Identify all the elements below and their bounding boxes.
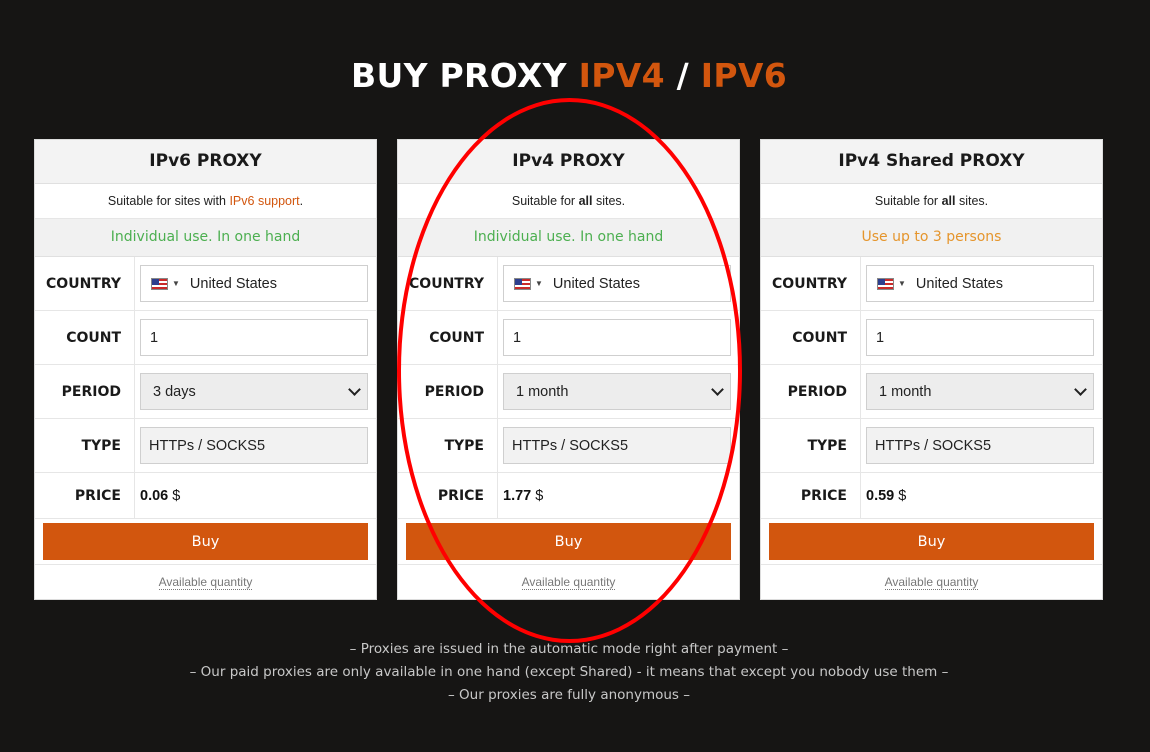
usage-note: Use up to 3 persons <box>761 219 1102 257</box>
count-label: COUNT <box>35 311 135 364</box>
currency: $ <box>172 487 181 504</box>
suitable-prefix: Suitable for <box>511 194 579 208</box>
us-flag-icon <box>151 277 168 290</box>
note-line: – Proxies are issued in the automatic mo… <box>349 641 789 657</box>
count-row: COUNT 1 <box>398 311 739 365</box>
card-ipv4-shared-proxy: IPv4 Shared PROXY Suitable for all sites… <box>760 139 1103 600</box>
period-select[interactable]: 3 days <box>140 373 368 410</box>
note-line: – Our paid proxies are only available in… <box>189 664 949 680</box>
type-label: TYPE <box>761 419 861 472</box>
note-line: – Our proxies are fully anonymous – <box>448 687 690 703</box>
chevron-down-icon <box>348 382 361 396</box>
period-row: PERIOD 1 month <box>398 365 739 419</box>
price-row: PRICE 1.77 $ <box>398 473 739 519</box>
suitable-highlight: all <box>578 194 593 208</box>
card-title: IPv6 PROXY <box>35 140 376 184</box>
currency: $ <box>535 487 544 504</box>
period-value: 1 month <box>879 383 932 400</box>
buy-button[interactable]: Buy <box>43 523 368 560</box>
notes: – Proxies are issued in the automatic mo… <box>0 638 1138 707</box>
usage-note: Individual use. In one hand <box>35 219 376 257</box>
price-row: PRICE 0.59 $ <box>761 473 1102 519</box>
currency: $ <box>898 487 907 504</box>
period-label: PERIOD <box>35 365 135 418</box>
period-select[interactable]: 1 month <box>503 373 731 410</box>
price-row: PRICE 0.06 $ <box>35 473 376 519</box>
title-ipv4-link[interactable]: IPV4 <box>579 56 665 95</box>
suitable-text: Suitable for all sites. <box>761 184 1102 219</box>
price-value: 0.59 <box>866 487 895 504</box>
count-row: COUNT 1 <box>761 311 1102 365</box>
country-label: COUNTRY <box>35 257 135 310</box>
title-separator: / <box>676 56 689 95</box>
available-quantity-link[interactable]: Available quantity <box>521 575 616 590</box>
caret-down-icon: ▼ <box>172 279 180 288</box>
period-row: PERIOD 1 month <box>761 365 1102 419</box>
card-title: IPv4 Shared PROXY <box>761 140 1102 184</box>
suitable-prefix: Suitable for <box>874 194 942 208</box>
period-value: 1 month <box>516 383 569 400</box>
suitable-text: Suitable for all sites. <box>398 184 739 219</box>
ipv6-support-link[interactable]: IPv6 support <box>229 194 299 208</box>
period-value: 3 days <box>153 383 196 400</box>
suitable-text: Suitable for sites with IPv6 support. <box>35 184 376 219</box>
country-label: COUNTRY <box>398 257 498 310</box>
suitable-highlight: all <box>941 194 956 208</box>
country-value: United States <box>189 275 277 292</box>
price-value: 0.06 <box>140 487 169 504</box>
count-input[interactable]: 1 <box>503 319 731 356</box>
available-quantity-link[interactable]: Available quantity <box>884 575 979 590</box>
period-select[interactable]: 1 month <box>866 373 1094 410</box>
type-label: TYPE <box>398 419 498 472</box>
price-label: PRICE <box>35 473 135 518</box>
country-select[interactable]: ▼ United States <box>503 265 731 302</box>
country-row: COUNTRY ▼ United States <box>35 257 376 311</box>
chevron-down-icon <box>711 382 724 396</box>
caret-down-icon: ▼ <box>535 279 543 288</box>
title-ipv6-link[interactable]: IPV6 <box>701 56 787 95</box>
country-value: United States <box>552 275 640 292</box>
country-select[interactable]: ▼ United States <box>140 265 368 302</box>
buy-button[interactable]: Buy <box>406 523 731 560</box>
card-title: IPv4 PROXY <box>398 140 739 184</box>
suitable-suffix: sites. <box>955 194 989 208</box>
us-flag-icon <box>877 277 894 290</box>
card-ipv6-proxy: IPv6 PROXY Suitable for sites with IPv6 … <box>34 139 377 600</box>
price-label: PRICE <box>398 473 498 518</box>
country-select[interactable]: ▼ United States <box>866 265 1094 302</box>
country-row: COUNTRY ▼ United States <box>761 257 1102 311</box>
count-label: COUNT <box>398 311 498 364</box>
card-ipv4-proxy: IPv4 PROXY Suitable for all sites. Indiv… <box>397 139 740 600</box>
buy-button[interactable]: Buy <box>769 523 1094 560</box>
type-field[interactable]: HTTPs / SOCKS5 <box>866 427 1094 464</box>
available-quantity-link[interactable]: Available quantity <box>158 575 253 590</box>
suitable-prefix: Suitable for sites with <box>107 194 230 208</box>
caret-down-icon: ▼ <box>898 279 906 288</box>
period-row: PERIOD 3 days <box>35 365 376 419</box>
period-label: PERIOD <box>398 365 498 418</box>
page-title: BUY PROXY IPV4 / IPV6 <box>0 56 1138 95</box>
type-row: TYPE HTTPs / SOCKS5 <box>398 419 739 473</box>
us-flag-icon <box>514 277 531 290</box>
price-label: PRICE <box>761 473 861 518</box>
chevron-down-icon <box>1074 382 1087 396</box>
type-field[interactable]: HTTPs / SOCKS5 <box>503 427 731 464</box>
type-row: TYPE HTTPs / SOCKS5 <box>761 419 1102 473</box>
usage-note: Individual use. In one hand <box>398 219 739 257</box>
suitable-suffix: . <box>299 194 304 208</box>
type-row: TYPE HTTPs / SOCKS5 <box>35 419 376 473</box>
title-prefix: BUY PROXY <box>351 56 567 95</box>
type-label: TYPE <box>35 419 135 472</box>
count-input[interactable]: 1 <box>140 319 368 356</box>
country-row: COUNTRY ▼ United States <box>398 257 739 311</box>
country-label: COUNTRY <box>761 257 861 310</box>
period-label: PERIOD <box>761 365 861 418</box>
count-row: COUNT 1 <box>35 311 376 365</box>
suitable-suffix: sites. <box>592 194 626 208</box>
country-value: United States <box>915 275 1003 292</box>
count-label: COUNT <box>761 311 861 364</box>
type-field[interactable]: HTTPs / SOCKS5 <box>140 427 368 464</box>
count-input[interactable]: 1 <box>866 319 1094 356</box>
price-value: 1.77 <box>503 487 532 504</box>
